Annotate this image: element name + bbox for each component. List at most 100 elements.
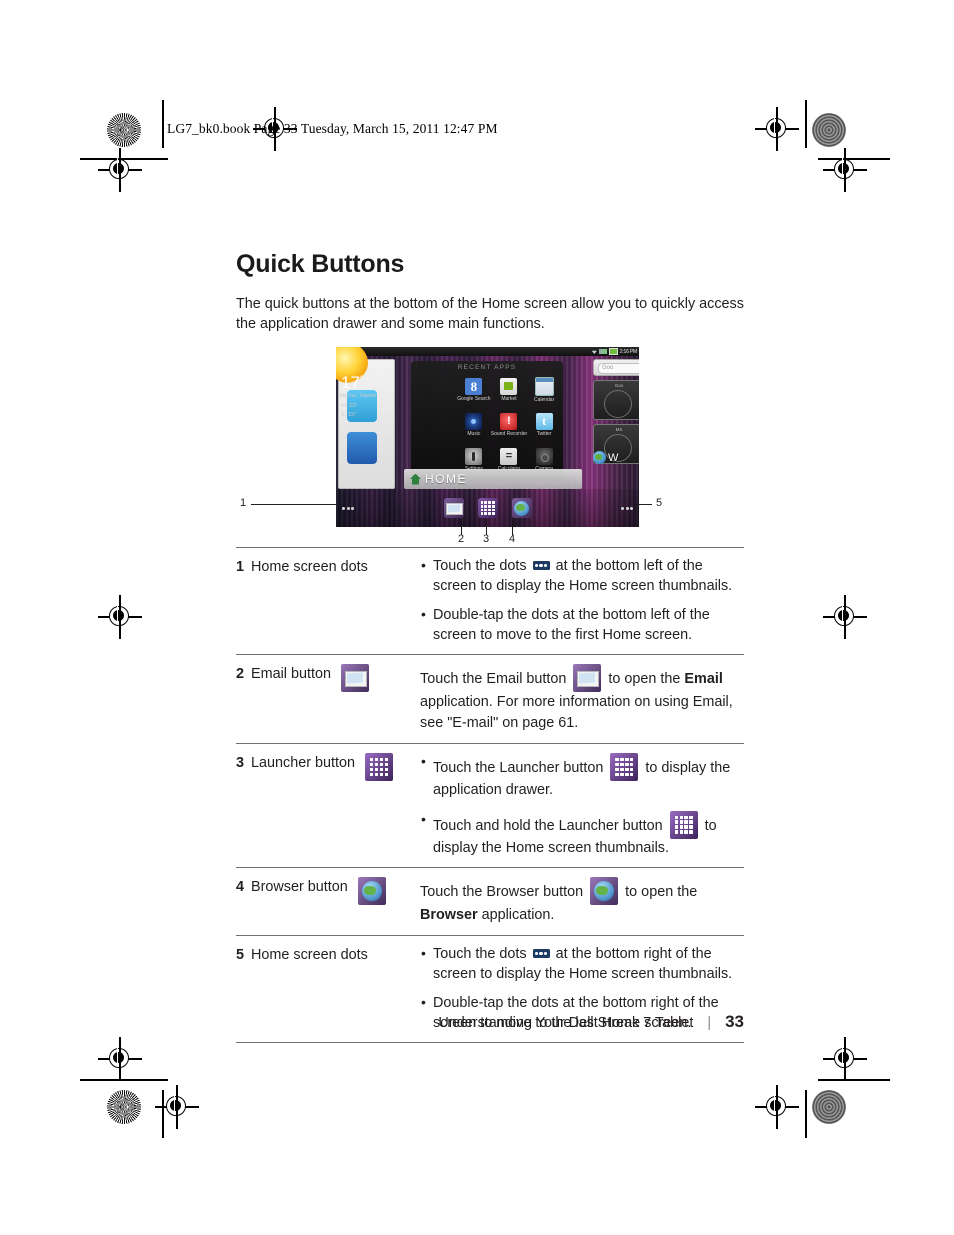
- wifi-icon: [591, 350, 597, 354]
- callout-number-1: 1: [240, 497, 247, 509]
- row-number: 3: [236, 755, 245, 771]
- row-2-text-tail: application. For more information on usi…: [420, 694, 733, 731]
- twitter-icon: [535, 412, 553, 430]
- weather-high: H: 23°: [342, 403, 358, 409]
- clock-widget-one: Goo: [593, 380, 639, 420]
- email-button-icon: [341, 664, 370, 692]
- registration-crosshair-upper-left: [98, 148, 142, 192]
- trim-line-bottom-right-vertical: [805, 1090, 807, 1138]
- home-label-bar: HOME: [404, 469, 582, 489]
- camera-icon: [535, 448, 553, 466]
- settings-icon: [465, 448, 483, 466]
- registration-rosette-bottom-left: [107, 1090, 141, 1124]
- clock-widget-two-label: MS: [615, 427, 623, 432]
- recent-apps-title: RECENT APPS: [457, 364, 517, 371]
- browser-button-icon[interactable]: [511, 498, 532, 518]
- home-screen-dots-icon: [532, 561, 550, 570]
- market-icon: [500, 377, 518, 395]
- row-2-label-cell: 2 Email button: [236, 654, 420, 744]
- home-screen-dots-icon: [532, 949, 550, 958]
- weather-low: L: 15°: [342, 412, 357, 418]
- web-shortcut-label: W: [608, 451, 619, 464]
- launcher-button-icon[interactable]: [477, 498, 498, 518]
- app-label: Sound Recorder: [490, 430, 528, 437]
- signal-icon: [598, 349, 607, 354]
- registration-crosshair-bottom-left: [155, 1085, 199, 1129]
- row-4-text-after: to open the: [621, 884, 698, 900]
- row-number: 2: [236, 666, 245, 682]
- table-row: 1 Home screen dots Touch the dots at the…: [236, 547, 744, 655]
- registration-crosshair-bottom-right: [755, 1085, 799, 1129]
- registration-crosshair-middle-right: [823, 595, 867, 639]
- app-label: Twitter: [536, 430, 552, 437]
- home-label: HOME: [425, 472, 467, 486]
- intro-paragraph: The quick buttons at the bottom of the H…: [236, 296, 744, 332]
- row-2-bold-word: Email: [684, 671, 723, 687]
- table-row: 2 Email button Touch the Email button to…: [236, 654, 744, 744]
- quick-buttons-dock: [336, 489, 639, 527]
- row-3-desc-cell: Touch the Launcher button to display the…: [420, 743, 744, 868]
- callout-number-3: 3: [483, 533, 490, 545]
- row-number: 5: [236, 947, 245, 963]
- row-4-desc-cell: Touch the Browser button to open the Bro…: [420, 867, 744, 936]
- page-number: 33: [725, 1012, 744, 1031]
- registration-rosette-bottom-right: [812, 1090, 846, 1124]
- row-label: Launcher button: [251, 755, 356, 771]
- registration-crosshair-middle-left: [98, 595, 142, 639]
- row-1-desc-cell: Touch the dots at the bottom left of the…: [420, 547, 744, 655]
- home-screen-dots-left[interactable]: [342, 507, 354, 510]
- callout-leader-1: [251, 504, 336, 505]
- browser-button-icon: [357, 877, 386, 905]
- clock-face: [604, 390, 632, 418]
- globe-icon: [593, 451, 606, 464]
- trim-line-lower-right-horizontal: [818, 1079, 890, 1081]
- row-3-bullets: Touch the Launcher button to display the…: [420, 752, 744, 859]
- app-twitter: Twitter: [527, 407, 561, 442]
- row-label: Home screen dots: [251, 947, 368, 963]
- weather-temperature: 17°: [341, 373, 363, 393]
- quick-buttons-table: 1 Home screen dots Touch the dots at the…: [236, 547, 744, 1043]
- calculator-icon: [500, 448, 518, 466]
- registration-crosshair-lower-right: [823, 1037, 867, 1081]
- list-item: Touch and hold the Launcher button to di…: [420, 810, 744, 859]
- battery-icon: [608, 348, 618, 355]
- tablet-home-screen-image: 2:16 PM RECENT APPS 8 Google Search Marke…: [336, 347, 639, 527]
- footer-separator: |: [707, 1015, 712, 1031]
- left-widget-block-two: [347, 432, 377, 464]
- registration-rosette-top-right: [812, 113, 846, 147]
- row-label: Email button: [251, 666, 332, 682]
- right-widget-panel: Goo Goo MS W: [593, 359, 639, 468]
- home-screen-dots-right[interactable]: [621, 507, 633, 510]
- list-item: Touch the Launcher button to display the…: [420, 752, 744, 801]
- app-label: Calendar: [533, 396, 555, 403]
- row-number: 4: [236, 879, 245, 895]
- row-number: 1: [236, 559, 245, 575]
- registration-crosshair-top-right: [755, 107, 799, 151]
- calendar-icon: [534, 376, 554, 396]
- recent-apps-panel: RECENT APPS 8 Google Search Market Calend…: [411, 361, 563, 481]
- weather-location: Nei-hu, Taiwan: [340, 393, 377, 399]
- row-1-label-cell: 1 Home screen dots: [236, 547, 420, 655]
- sound-recorder-icon: [500, 412, 518, 430]
- clock-widget-one-label: Goo: [614, 383, 624, 388]
- row-2-text-after: to open the: [604, 671, 685, 687]
- row-4-text-before: Touch the Browser button: [420, 884, 588, 900]
- device-figure: 2:16 PM RECENT APPS 8 Google Search Marke…: [236, 347, 744, 545]
- app-calendar: Calendar: [527, 372, 561, 407]
- temp-value: 17: [341, 373, 360, 392]
- app-market: Market: [491, 372, 527, 407]
- trim-line-top-left-vertical: [162, 100, 164, 148]
- email-button-icon[interactable]: [443, 498, 464, 518]
- print-slug: LG7_bk0.book Page 33 Tuesday, March 15, …: [167, 121, 498, 136]
- row-1-head: 1 Home screen dots: [236, 557, 420, 577]
- device-status-bar: 2:16 PM: [336, 347, 639, 356]
- app-google-search: 8 Google Search: [457, 372, 491, 407]
- launcher-button-icon: [610, 753, 639, 781]
- page-footer: Understanding Your Dell Streak 7 Tablet …: [236, 1012, 744, 1032]
- table-row: 4 Browser button Touch the Browser butto…: [236, 867, 744, 936]
- app-label: Music: [467, 430, 481, 437]
- app-label: Market: [501, 395, 517, 402]
- row-label: Browser button: [251, 879, 348, 895]
- registration-crosshair-upper-right: [823, 148, 867, 192]
- status-bar-time: 2:16 PM: [619, 348, 637, 355]
